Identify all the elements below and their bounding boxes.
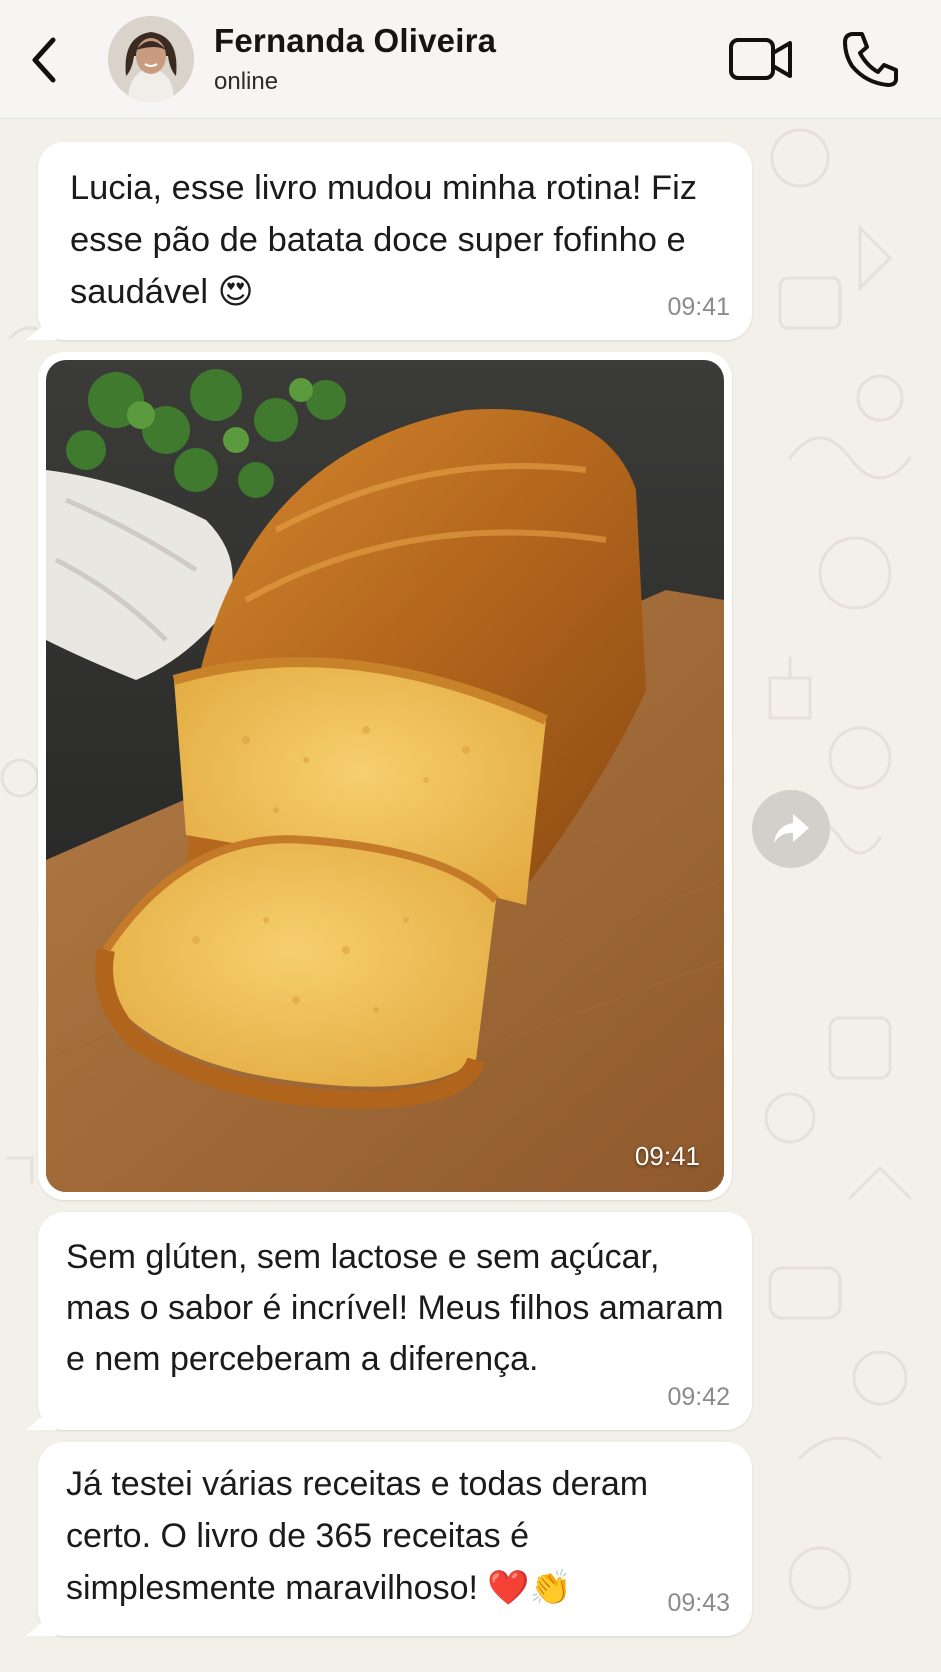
message-time: 09:42 — [667, 1383, 730, 1411]
message-text: Já testei várias receitas e todas deram … — [66, 1465, 649, 1607]
message-text: Sem glúten, sem lactose e sem açúcar, ma… — [66, 1238, 724, 1378]
voice-call-button[interactable] — [842, 30, 898, 88]
image-message[interactable]: 09:41 — [38, 352, 732, 1200]
message-time: 09:41 — [634, 1141, 700, 1171]
back-button[interactable] — [22, 30, 66, 90]
bread-image — [46, 360, 724, 1192]
message-bubble[interactable]: Sem glúten, sem lactose e sem açúcar, ma… — [38, 1212, 752, 1430]
bread-photo[interactable]: 09:41 — [46, 360, 724, 1192]
message-bubble[interactable]: Já testei várias receitas e todas deram … — [38, 1442, 752, 1636]
phone-icon — [843, 32, 898, 87]
message-time: 09:41 — [667, 293, 730, 321]
message-bubble[interactable]: Lucia, esse livro mudou minha rotina! Fi… — [38, 142, 752, 340]
contact-status: online — [214, 68, 279, 95]
forward-button[interactable] — [752, 790, 830, 868]
video-call-button[interactable] — [728, 32, 794, 88]
forward-arrow-icon — [774, 814, 809, 843]
chat-header: Fernanda Oliveira online — [0, 0, 941, 119]
message-text: Lucia, esse livro mudou minha rotina! Fi… — [70, 169, 698, 311]
contact-photo — [108, 16, 194, 102]
message-time: 09:43 — [667, 1589, 730, 1617]
chevron-left-icon — [32, 37, 56, 83]
avatar[interactable] — [108, 16, 194, 102]
contact-name[interactable]: Fernanda Oliveira — [214, 22, 496, 60]
video-camera-icon — [729, 38, 792, 80]
